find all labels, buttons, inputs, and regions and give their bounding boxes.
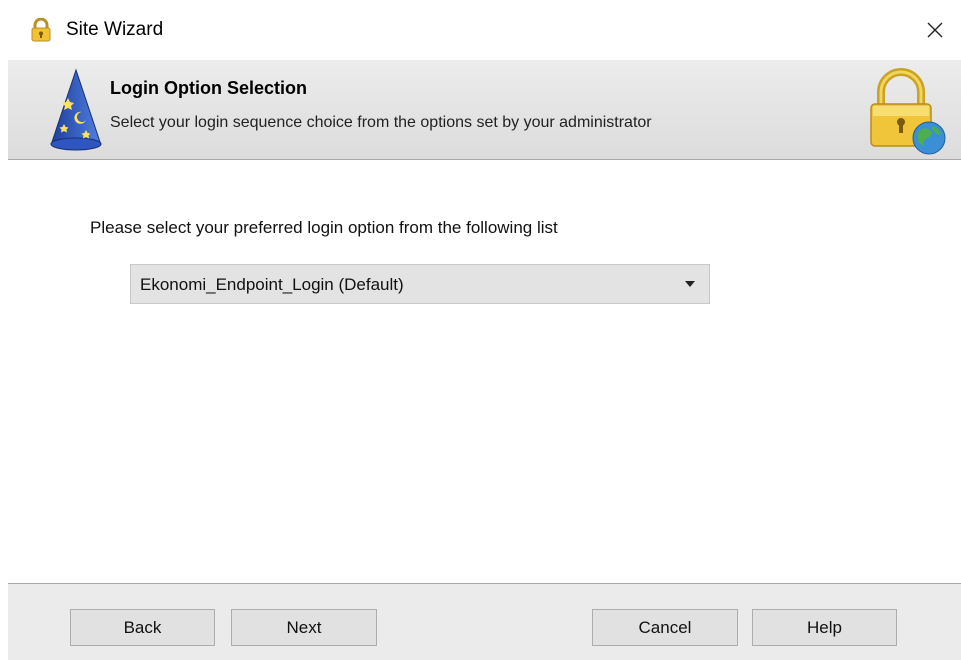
cancel-button[interactable]: Cancel [592, 609, 738, 646]
site-wizard-window: Site Wizard Login Option Selection Selec… [8, 0, 961, 660]
header-title: Login Option Selection [110, 78, 307, 98]
header-banner: Login Option Selection Select your login… [8, 60, 961, 160]
window-title: Site Wizard [66, 19, 164, 40]
chevron-down-icon [685, 281, 695, 287]
header-subtitle: Select your login sequence choice from t… [110, 114, 652, 131]
wizard-hat-icon [46, 68, 106, 152]
title-bar: Site Wizard [8, 0, 961, 60]
close-icon [927, 22, 943, 38]
close-button[interactable] [919, 14, 951, 46]
back-button[interactable]: Back [70, 609, 215, 646]
padlock-globe-icon [863, 66, 949, 156]
instruction-text: Please select your preferred login optio… [90, 218, 558, 237]
padlock-icon [30, 17, 52, 42]
button-bar: Back Next Cancel Help [8, 583, 961, 660]
next-button[interactable]: Next [231, 609, 377, 646]
login-option-dropdown[interactable]: Ekonomi_Endpoint_Login (Default) [130, 264, 710, 304]
login-option-value: Ekonomi_Endpoint_Login (Default) [140, 275, 404, 294]
help-button[interactable]: Help [752, 609, 897, 646]
